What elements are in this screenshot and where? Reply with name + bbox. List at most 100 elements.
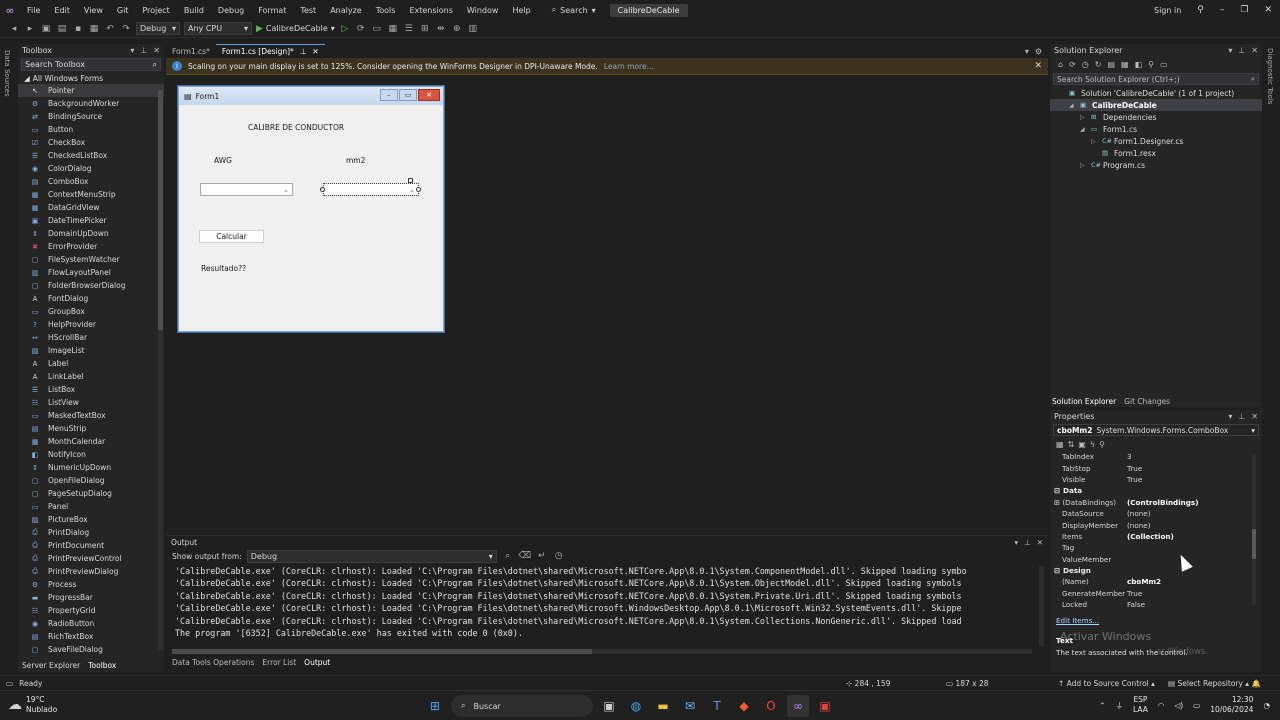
expander-icon[interactable]: ▷: [1080, 114, 1088, 121]
alphabetical-icon[interactable]: ⇅: [1068, 440, 1075, 449]
property-row[interactable]: ValueMember: [1050, 554, 1262, 565]
start-debugging-button[interactable]: ▶ CalibreDeCable ▾: [256, 24, 335, 34]
menu-item-debug[interactable]: Debug: [211, 6, 251, 15]
pin-icon[interactable]: ⊥: [1238, 412, 1245, 421]
tab-error-list[interactable]: Error List: [262, 658, 296, 670]
menu-item-file[interactable]: File: [20, 6, 47, 15]
property-row[interactable]: DataSource (none): [1050, 508, 1262, 519]
output-text[interactable]: 'CalibreDeCable.exe' (CoreCLR: clrhost):…: [166, 563, 1032, 639]
solution-tree-node[interactable]: ▣ Solution 'CalibreDeCable' (1 of 1 proje…: [1050, 87, 1262, 99]
toolbox-item[interactable]: ◧ NotifyIcon: [18, 448, 164, 461]
settings-icon[interactable]: ⚙: [1035, 47, 1042, 56]
toolbox-item[interactable]: ▭ Panel: [18, 500, 164, 513]
start-without-debugging-icon[interactable]: ▷: [339, 23, 351, 35]
property-row[interactable]: Visible True: [1050, 474, 1262, 485]
close-icon[interactable]: ✕: [1037, 538, 1043, 547]
pending-changes-icon[interactable]: ◷: [1082, 60, 1089, 69]
toolbox-item[interactable]: ▤ RichTextBox: [18, 630, 164, 643]
forward-icon[interactable]: ▸: [24, 23, 36, 35]
property-value[interactable]: True: [1127, 589, 1262, 598]
solution-search-input[interactable]: Search Solution Explorer (Ctrl+;) ⌕: [1053, 73, 1259, 85]
taskbar-search[interactable]: ⌕ Buscar: [451, 695, 593, 717]
awg-label[interactable]: AWG: [214, 156, 232, 165]
word-wrap-icon[interactable]: ↵: [536, 550, 548, 562]
menu-item-build[interactable]: Build: [177, 6, 211, 15]
toolbox-item[interactable]: ▢ FileSystemWatcher: [18, 253, 164, 266]
dropdown-icon[interactable]: ▾: [1228, 46, 1232, 55]
new-project-icon[interactable]: ▣: [40, 23, 52, 35]
output-vertical-scrollbar[interactable]: [1039, 566, 1044, 646]
property-row[interactable]: (Name) cboMm2: [1050, 576, 1262, 587]
select-repository-button[interactable]: ▤ Select Repository ▴ 🔔: [1168, 679, 1261, 688]
pin-icon[interactable]: ⊥: [300, 47, 307, 56]
output-horizontal-scrollbar[interactable]: [172, 649, 1032, 654]
property-value[interactable]: 3: [1127, 452, 1262, 461]
document-tab[interactable]: Form1.cs [Design]* ⊥ ✕: [215, 44, 325, 58]
resize-handle-left[interactable]: [320, 187, 325, 192]
property-row[interactable]: Locked False: [1050, 599, 1262, 610]
toolbox-scrollbar[interactable]: [158, 90, 163, 650]
close-icon[interactable]: ✕: [1034, 61, 1042, 71]
pin-icon[interactable]: ⊥: [140, 46, 147, 55]
menu-item-help[interactable]: Help: [505, 6, 537, 15]
result-label[interactable]: Resultado??: [201, 264, 246, 273]
edit-items-link[interactable]: Edit Items...: [1056, 616, 1099, 625]
expander-icon[interactable]: ◢: [1069, 102, 1077, 109]
dropdown-icon[interactable]: ▾: [130, 46, 134, 55]
property-row[interactable]: TabStop True: [1050, 462, 1262, 473]
awg-combobox[interactable]: ⌄: [200, 183, 293, 196]
toolbox-item[interactable]: ▭ MaskedTextBox: [18, 409, 164, 422]
calcular-button[interactable]: Calcular: [199, 230, 264, 243]
toolbox-item[interactable]: ▢ OpenFileDialog: [18, 474, 164, 487]
property-row[interactable]: TabIndex 3: [1050, 451, 1262, 462]
toolbox-item[interactable]: ◉ RadioButton: [18, 617, 164, 630]
mail-icon[interactable]: ✉: [679, 695, 701, 717]
platform-select[interactable]: Any CPU ▾: [184, 22, 252, 35]
chevron-up-icon[interactable]: ⌃: [1099, 701, 1105, 710]
clock-icon[interactable]: ◷: [553, 550, 565, 562]
sign-in-link[interactable]: Sign in: [1146, 6, 1189, 15]
size-icon[interactable]: ⊞: [419, 23, 431, 35]
object-selector[interactable]: cboMm2 System.Windows.Forms.ComboBox ▾: [1053, 424, 1259, 436]
toolbox-search-input[interactable]: Search Toolbox ⌕: [21, 58, 161, 71]
menu-item-test[interactable]: Test: [293, 6, 323, 15]
maximize-button[interactable]: ❐: [1232, 5, 1256, 15]
tab-solution-explorer[interactable]: Solution Explorer: [1052, 397, 1116, 406]
tab-server-explorer[interactable]: Server Explorer: [22, 661, 80, 670]
toolbox-item[interactable]: ▭ GroupBox: [18, 305, 164, 318]
edge-icon[interactable]: ◍: [625, 695, 647, 717]
collapse-all-icon[interactable]: ▤: [1107, 60, 1115, 69]
sync-icon[interactable]: ⟳: [1069, 60, 1076, 69]
battery-icon[interactable]: ▭: [1193, 701, 1200, 710]
toolbox-item[interactable]: ⇄ BindingSource: [18, 110, 164, 123]
toolbox-item[interactable]: ⚙ BackgroundWorker: [18, 97, 164, 110]
toolbox-item[interactable]: ⎙ PrintDocument: [18, 539, 164, 552]
volume-icon[interactable]: ◁): [1174, 701, 1183, 710]
tab-data-tools-operations[interactable]: Data Tools Operations: [172, 658, 254, 670]
usb-icon[interactable]: ⏚: [1116, 700, 1124, 711]
view-toggle-icon[interactable]: ▭: [1160, 60, 1168, 69]
home-icon[interactable]: ⌂: [1058, 60, 1063, 69]
configuration-select[interactable]: Debug ▾: [136, 22, 180, 35]
menu-item-format[interactable]: Format: [251, 6, 293, 15]
task-view-icon[interactable]: ▣: [598, 695, 620, 717]
account-icon[interactable]: ⚲: [1189, 5, 1212, 15]
toolbox-item[interactable]: ⎙ PrintDialog: [18, 526, 164, 539]
align-icon[interactable]: ☰: [403, 23, 415, 35]
mm2-label[interactable]: mm2: [346, 156, 365, 165]
app-icon[interactable]: ▣: [814, 695, 836, 717]
output-source-select[interactable]: Debug ▾: [246, 549, 497, 563]
back-icon[interactable]: ◂: [8, 23, 20, 35]
collapse-icon[interactable]: ⊟: [1054, 486, 1060, 495]
find-icon[interactable]: ⌕: [502, 550, 514, 562]
solution-tree-node[interactable]: ▷ C# Program.cs: [1050, 159, 1262, 171]
categorized-icon[interactable]: ▦: [1056, 440, 1064, 449]
toolbox-item[interactable]: ☑ CheckBox: [18, 136, 164, 149]
file-explorer-icon[interactable]: ▬: [652, 695, 674, 717]
toolbox-item[interactable]: ⎙ PrintPreviewDialog: [18, 565, 164, 578]
menu-item-tools[interactable]: Tools: [369, 6, 403, 15]
refresh-icon[interactable]: ↻: [1095, 60, 1102, 69]
expander-icon[interactable]: ◢: [1080, 126, 1088, 133]
wifi-icon[interactable]: ◠: [1158, 701, 1165, 710]
toolbox-item[interactable]: ▨ ImageList: [18, 344, 164, 357]
